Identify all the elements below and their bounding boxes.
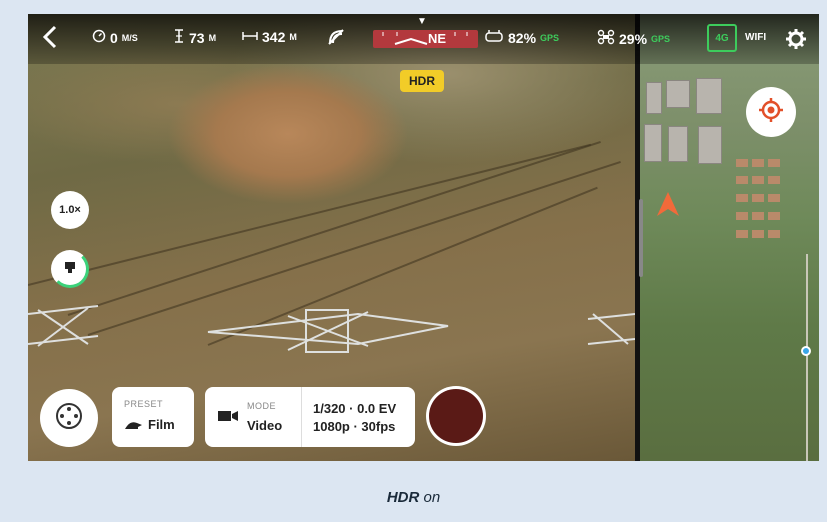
speed-unit: M/S: [121, 32, 138, 43]
telemetry-bar: 0 M/S 73 M 342 M ▼ NE 82% GPS 29% GPS 4G…: [28, 14, 819, 64]
preset-selector[interactable]: PRESET Film: [112, 387, 194, 447]
turtle-icon: [124, 418, 144, 436]
home-point-marker: [801, 346, 811, 356]
chevron-left-icon[interactable]: [40, 24, 62, 53]
drone-icon: [597, 29, 615, 48]
resolution-settings[interactable]: 1080p · 30fps: [313, 419, 395, 434]
speed-value: 0: [110, 29, 118, 46]
mode-selector[interactable]: MODE Video 1/320 · 0.0 EV 1080p · 30fps: [205, 387, 415, 447]
record-button[interactable]: [426, 386, 486, 446]
altitude-readout: 73 M: [173, 29, 216, 46]
gps-label-drone: GPS: [651, 33, 671, 44]
heading-marker-icon: ▼: [417, 16, 427, 27]
distance-value: 342: [262, 29, 286, 45]
locate-target-icon: [758, 97, 784, 128]
preset-title: PRESET: [124, 399, 164, 409]
mode-value: Video: [247, 418, 283, 433]
lte-signal-badge: 4G: [707, 24, 737, 52]
remote-battery-value: 82%: [508, 29, 537, 46]
obstacle-avoidance-off-icon[interactable]: [326, 27, 346, 47]
remote-battery-readout: 82% GPS: [484, 29, 559, 46]
remote-controller-icon: [484, 29, 504, 46]
gear-icon[interactable]: [785, 28, 807, 53]
altitude-unit: M: [208, 32, 217, 43]
aircraft-arrow-icon: [655, 190, 681, 223]
distance-icon: [242, 29, 258, 45]
compass-bar: [373, 30, 478, 48]
split-drag-handle[interactable]: [639, 199, 643, 277]
hdr-badge: HDR: [400, 70, 444, 92]
drone-app-screen: 0 M/S 73 M 342 M ▼ NE 82% GPS 29% GPS 4G…: [28, 14, 819, 461]
speed-readout: 0 M/S: [92, 29, 138, 46]
gps-label-remote: GPS: [540, 32, 560, 43]
exposure-settings[interactable]: 1/320 · 0.0 EV: [313, 401, 396, 416]
gimbal-icon: [62, 259, 78, 280]
zoom-level-button[interactable]: 1.0×: [51, 191, 89, 229]
caption-rest: on: [419, 489, 441, 506]
mode-divider: [301, 387, 302, 447]
locate-button[interactable]: [746, 87, 796, 137]
altitude-value: 73: [189, 29, 205, 46]
wifi-signal-label: WIFI: [745, 32, 767, 43]
distance-unit: M: [289, 32, 297, 42]
compass-heading: NE: [428, 31, 447, 46]
speedometer-icon: [92, 29, 106, 46]
record-indicator: [429, 389, 483, 443]
gimbal-button[interactable]: [51, 250, 89, 288]
mode-title: MODE: [247, 401, 276, 411]
joystick-button[interactable]: [40, 389, 98, 447]
distance-readout: 342 M: [242, 29, 297, 45]
joystick-icon: [54, 401, 84, 436]
altitude-icon: [173, 29, 185, 46]
mini-map[interactable]: [640, 14, 819, 461]
screenshot-caption: HDR on: [0, 489, 827, 506]
drone-battery-readout: 29% GPS: [597, 29, 670, 48]
drone-battery-value: 29%: [619, 30, 648, 47]
caption-bold: HDR: [386, 489, 420, 506]
preset-value: Film: [148, 417, 175, 432]
video-camera-icon: [217, 409, 239, 428]
